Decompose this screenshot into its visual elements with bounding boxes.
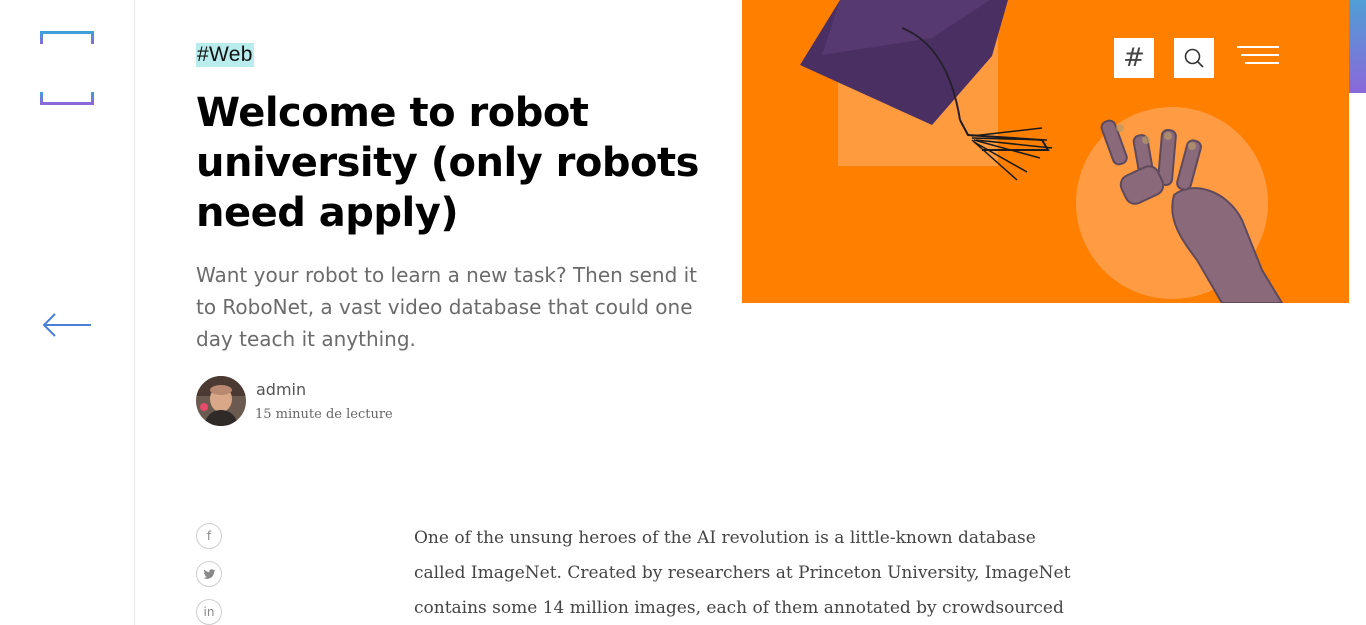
post-subtitle: Want your robot to learn a new task? The… — [196, 263, 698, 351]
linkedin-icon: in — [203, 605, 215, 619]
avatar[interactable] — [196, 376, 246, 426]
search-button[interactable] — [1174, 38, 1214, 78]
share-facebook-button[interactable]: f — [196, 523, 222, 549]
facebook-icon: f — [206, 529, 212, 543]
article-paragraph: One of the unsung heroes of the AI revol… — [414, 528, 1071, 618]
back-arrow-icon[interactable] — [42, 312, 92, 338]
hash-icon: # — [1123, 43, 1145, 73]
logo-icon[interactable] — [40, 31, 94, 105]
accent-bar — [1349, 0, 1366, 93]
author-photo — [196, 376, 246, 426]
read-time: 15 minute de lecture — [255, 407, 393, 422]
left-sidebar — [0, 0, 135, 625]
search-icon — [1184, 48, 1204, 68]
tags-button[interactable]: # — [1114, 38, 1154, 78]
author-name[interactable]: admin — [256, 380, 306, 399]
twitter-icon — [202, 568, 215, 579]
share-linkedin-button[interactable]: in — [196, 599, 222, 625]
page-title: Welcome to robot university (only robots… — [196, 90, 699, 236]
hamburger-menu-icon[interactable] — [1237, 44, 1279, 68]
category-tag[interactable]: #Web — [196, 43, 254, 67]
share-twitter-button[interactable] — [196, 561, 222, 587]
